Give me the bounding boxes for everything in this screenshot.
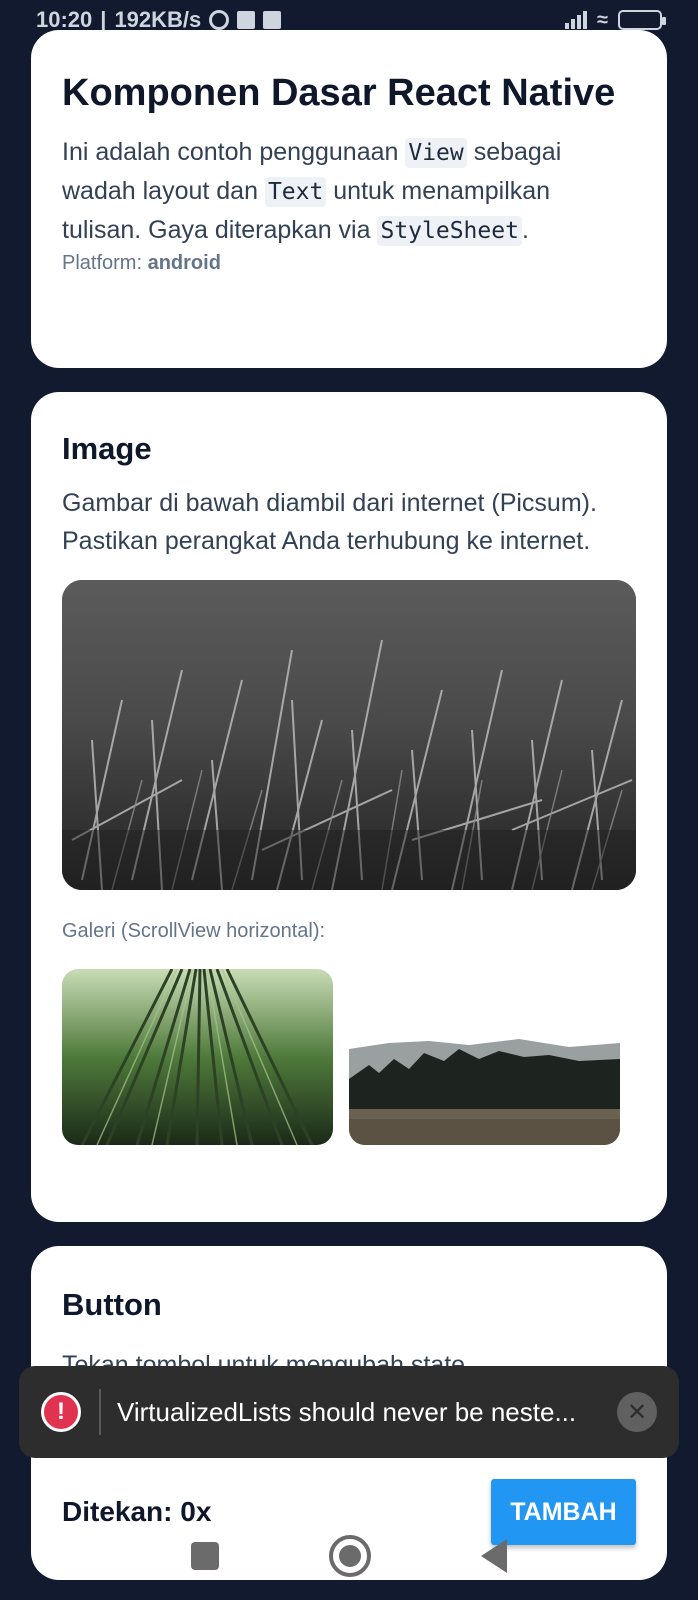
gallery-label: Galeri (ScrollView horizontal):	[62, 920, 326, 942]
facebook-notification-icon-2	[263, 11, 282, 29]
landscape-photo	[349, 969, 620, 1145]
battery-icon	[618, 10, 666, 30]
platform-label: Platform:	[62, 252, 148, 274]
intro-card: Komponen Dasar React Native Ini adalah c…	[31, 30, 667, 368]
platform-value: android	[147, 252, 221, 274]
back-button-icon[interactable]	[481, 1539, 507, 1573]
toast-divider	[99, 1389, 101, 1435]
code-text: Text	[264, 177, 327, 207]
facebook-notification-icon	[237, 11, 256, 29]
image-description: Gambar di bawah diambil dari internet (P…	[62, 489, 597, 555]
press-counter: Ditekan: 0x	[62, 1496, 212, 1527]
android-nav-bar	[0, 1528, 698, 1584]
grass-photo	[62, 580, 636, 890]
intro-description: Ini adalah contoh penggunaan View sebaga…	[62, 133, 636, 250]
toast-message: VirtualizedLists should never be neste..…	[117, 1396, 577, 1427]
error-icon: !	[41, 1392, 81, 1432]
home-button-icon[interactable]	[329, 1535, 371, 1577]
signal-icon	[565, 11, 588, 29]
wifi-icon: ≈	[597, 8, 608, 31]
code-stylesheet: StyleSheet	[377, 216, 522, 246]
recents-button-icon[interactable]	[191, 1542, 219, 1570]
status-right: ≈	[565, 8, 666, 32]
image-card: Image Gambar di bawah diambil dari inter…	[31, 392, 667, 1222]
image-title: Image	[62, 431, 152, 466]
intro-title: Komponen Dasar React Native	[62, 72, 616, 114]
warning-toast[interactable]: ! VirtualizedLists should never be neste…	[19, 1366, 679, 1458]
alarm-icon	[209, 10, 230, 30]
intro-text-4: .	[521, 216, 529, 244]
intro-text-1: Ini adalah contoh penggunaan	[62, 138, 406, 166]
bamboo-forest-photo	[62, 969, 333, 1145]
button-title: Button	[62, 1287, 162, 1322]
horizontal-gallery[interactable]	[62, 969, 636, 1145]
code-view: View	[405, 138, 467, 168]
close-icon[interactable]: ✕	[617, 1392, 657, 1432]
platform-info: Platform: android	[62, 252, 636, 275]
